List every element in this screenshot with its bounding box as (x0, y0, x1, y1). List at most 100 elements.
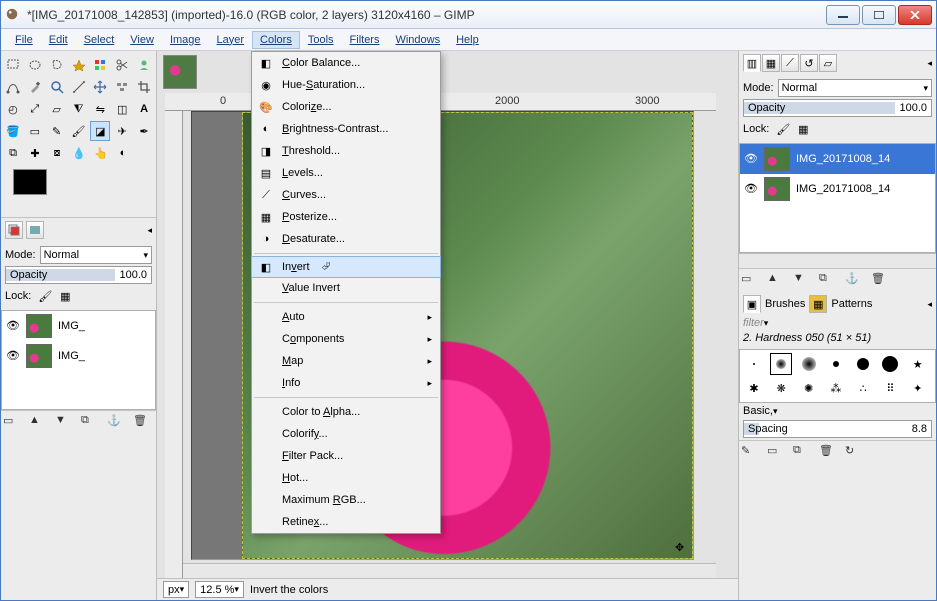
histogram-tab-icon[interactable]: ▱ (819, 54, 837, 72)
horizontal-scrollbar[interactable] (183, 563, 716, 578)
tool-foreground-select[interactable] (134, 55, 154, 75)
menu-view[interactable]: View (122, 31, 162, 49)
brush-item[interactable]: ✺ (799, 378, 819, 398)
menu-colorify[interactable]: Colorify... (252, 423, 440, 445)
tool-rotate[interactable]: ◴ (3, 99, 23, 119)
tool-pencil[interactable]: ✎ (47, 121, 67, 141)
lock-pixels-icon[interactable]: 🖌 (35, 286, 55, 306)
raise-layer-icon[interactable]: ▲ (29, 414, 47, 432)
menu-colorize[interactable]: 🎨Colorize... (252, 96, 440, 118)
brush-item[interactable]: ★ (908, 354, 928, 374)
paths-tab-icon[interactable]: ⟋ (781, 54, 799, 72)
mode-select[interactable]: Normal▾ (778, 79, 932, 97)
delete-brush-icon[interactable]: 🗑 (819, 444, 837, 462)
tool-cage[interactable]: ◫ (112, 99, 132, 119)
tool-perspective[interactable]: ⧨ (69, 99, 89, 119)
menu-filter-pack[interactable]: Filter Pack... (252, 445, 440, 467)
tool-crop[interactable] (134, 77, 154, 97)
anchor-layer-icon[interactable]: ⚓ (107, 414, 125, 432)
layer-list-scrollbar[interactable] (739, 253, 936, 268)
menu-desaturate[interactable]: ◑Desaturate... (252, 228, 440, 250)
menu-windows[interactable]: Windows (387, 31, 448, 49)
brush-item[interactable] (826, 354, 846, 374)
menu-auto[interactable]: Auto (252, 306, 440, 328)
tool-scale[interactable]: ⤢ (25, 99, 45, 119)
nav-cross-icon[interactable]: ✥ (675, 541, 689, 555)
tool-dodge-burn[interactable]: ◐ (113, 143, 133, 163)
tool-by-color-select[interactable] (90, 55, 110, 75)
tool-move[interactable] (90, 77, 110, 97)
brush-item[interactable]: ❋ (771, 378, 791, 398)
dock-menu-arrow[interactable]: ◂ (927, 58, 932, 69)
layers-tab-icon[interactable] (5, 221, 23, 239)
tool-airbrush[interactable]: ✈ (112, 121, 132, 141)
channels-tab-icon[interactable]: ▦ (762, 54, 780, 72)
menu-invert[interactable]: ◧Invert⮰ (251, 256, 441, 278)
duplicate-brush-icon[interactable]: ⧉ (793, 444, 811, 462)
menu-curves[interactable]: ⟋Curves... (252, 184, 440, 206)
anchor-layer-icon[interactable]: ⚓ (845, 272, 863, 290)
menu-components[interactable]: Components (252, 328, 440, 350)
menu-color-balance[interactable]: ◧CColor Balance...olor Balance... (252, 52, 440, 74)
lock-pixels-icon[interactable]: 🖌 (773, 119, 793, 139)
eye-icon[interactable]: 👁 (6, 319, 20, 333)
undo-history-tab-icon[interactable]: ↺ (800, 54, 818, 72)
lock-alpha-icon[interactable]: ▦ (793, 119, 813, 139)
tool-ellipse-select[interactable] (25, 55, 45, 75)
brush-item[interactable]: ✦ (908, 378, 928, 398)
menu-hue-saturation[interactable]: ◉Hue-Saturation... (252, 74, 440, 96)
brush-item[interactable] (853, 354, 873, 374)
lower-layer-icon[interactable]: ▼ (793, 272, 811, 290)
menu-select[interactable]: Select (76, 31, 123, 49)
channels-tab-icon[interactable] (26, 221, 44, 239)
tool-perspective-clone[interactable]: ⧇ (47, 143, 67, 163)
tool-paintbrush[interactable]: 🖌 (69, 121, 89, 141)
tool-blur[interactable]: 💧 (69, 143, 89, 163)
menu-levels[interactable]: ▤Levels... (252, 162, 440, 184)
tool-smudge[interactable]: 👆 (91, 143, 111, 163)
tool-clone[interactable]: ⧉ (3, 143, 23, 163)
maximize-button[interactable] (862, 5, 896, 25)
tool-align[interactable] (112, 77, 132, 97)
new-brush-icon[interactable]: ▭ (767, 444, 785, 462)
refresh-brushes-icon[interactable]: ↻ (845, 444, 863, 462)
right-layer-list[interactable]: 👁 IMG_20171008_14 👁 IMG_20171008_14 (739, 143, 936, 253)
menu-maximum-rgb[interactable]: Maximum RGB... (252, 489, 440, 511)
layer-row[interactable]: 👁 IMG_20171008_14 (740, 174, 935, 204)
brush-item[interactable] (771, 354, 791, 374)
menu-layer[interactable]: Layer (209, 31, 253, 49)
brush-item[interactable]: ⠿ (880, 378, 900, 398)
zoom-select[interactable]: 12.5 % ▾ (195, 581, 244, 598)
layer-row[interactable]: 👁 IMG_ (2, 341, 155, 371)
menu-value-invert[interactable]: Value Invert (252, 277, 440, 299)
new-layer-icon[interactable]: ▭ (741, 272, 759, 290)
brush-filter-input[interactable]: filter▾ (743, 317, 932, 329)
opacity-slider[interactable]: Opacity 100.0 (5, 266, 152, 284)
edit-brush-icon[interactable]: ✎ (741, 444, 759, 462)
tool-free-select[interactable] (47, 55, 67, 75)
tool-ink[interactable]: ✒ (134, 121, 154, 141)
layer-row[interactable]: 👁 IMG_20171008_14 (740, 144, 935, 174)
menu-filters[interactable]: Filters (342, 31, 388, 49)
ruler-vertical[interactable] (165, 111, 183, 578)
menu-map[interactable]: Map (252, 350, 440, 372)
layers-tab-icon[interactable]: ▥ (743, 54, 761, 72)
brush-item[interactable] (744, 354, 764, 374)
brushes-tab[interactable]: ▣ (743, 295, 761, 313)
menu-image[interactable]: Image (162, 31, 209, 49)
tool-scissors[interactable] (112, 55, 132, 75)
tool-zoom[interactable] (47, 77, 67, 97)
fg-color-swatch[interactable] (13, 169, 47, 195)
brush-item[interactable]: ✱ (744, 378, 764, 398)
menu-color-to-alpha[interactable]: Color to Alpha... (252, 401, 440, 423)
menu-posterize[interactable]: ▦Posterize... (252, 206, 440, 228)
spacing-slider[interactable]: Spacing 8.8 (743, 420, 932, 438)
menu-threshold[interactable]: ◨Threshold... (252, 140, 440, 162)
document-thumb[interactable] (163, 55, 197, 89)
menu-brightness-contrast[interactable]: ◐Brightness-Contrast... (252, 118, 440, 140)
brush-grid[interactable]: ★ ✱ ❋ ✺ ⁂ ∴ ⠿ ✦ (739, 349, 936, 403)
menu-colors[interactable]: Colors (252, 31, 300, 49)
brush-item[interactable]: ∴ (853, 378, 873, 398)
lock-alpha-icon[interactable]: ▦ (55, 286, 75, 306)
menu-tools[interactable]: Tools (300, 31, 342, 49)
